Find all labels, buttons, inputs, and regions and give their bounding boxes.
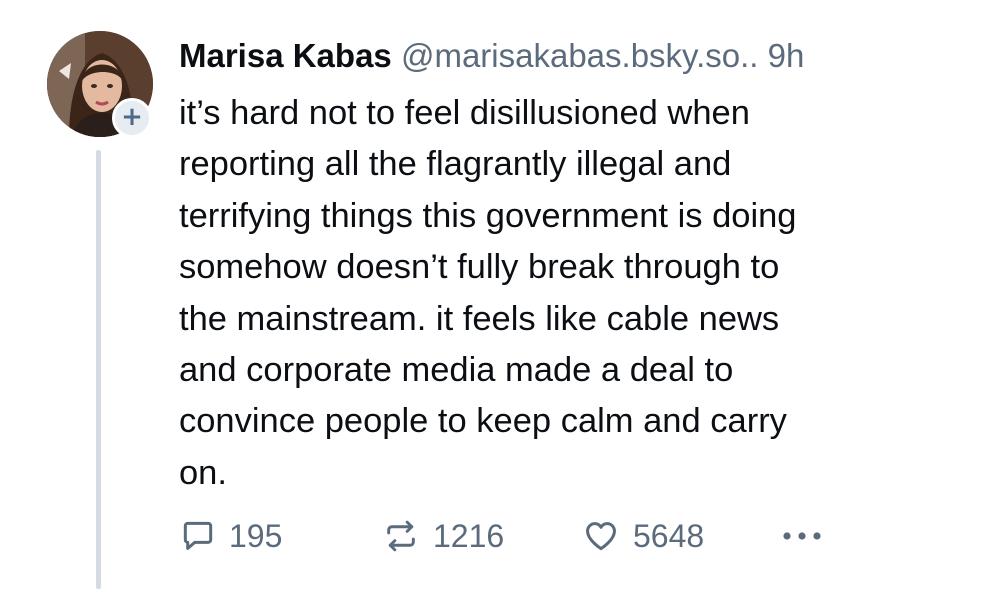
repost-count: 1216 bbox=[433, 517, 505, 554]
reply-count: 195 bbox=[229, 517, 283, 554]
like-count: 5648 bbox=[633, 517, 705, 554]
author-display-name[interactable]: Marisa Kabas bbox=[179, 37, 392, 74]
thread-connector-line bbox=[96, 150, 101, 589]
more-options-icon bbox=[783, 532, 821, 540]
post-actions: 195 1216 5648 bbox=[179, 510, 879, 562]
reply-icon bbox=[183, 521, 213, 550]
post-card[interactable]: + Marisa Kabas @marisakabas.bsky.so.. 9h… bbox=[0, 0, 1000, 589]
post-timestamp[interactable]: 9h bbox=[768, 37, 805, 74]
post-text: it’s hard not to feel disillusioned when… bbox=[179, 94, 797, 492]
repost-button[interactable]: 1216 bbox=[381, 510, 504, 562]
like-button[interactable]: 5648 bbox=[581, 510, 704, 562]
author-handle[interactable]: @marisakabas.bsky.so.. bbox=[401, 37, 759, 74]
post-header: Marisa Kabas @marisakabas.bsky.so.. 9h bbox=[179, 34, 804, 78]
repost-icon bbox=[387, 520, 415, 552]
reply-button[interactable]: 195 bbox=[179, 510, 282, 562]
plus-icon: + bbox=[121, 102, 143, 132]
heart-icon bbox=[586, 522, 616, 551]
more-options-button[interactable] bbox=[779, 510, 825, 562]
follow-plus-button[interactable]: + bbox=[112, 98, 152, 138]
